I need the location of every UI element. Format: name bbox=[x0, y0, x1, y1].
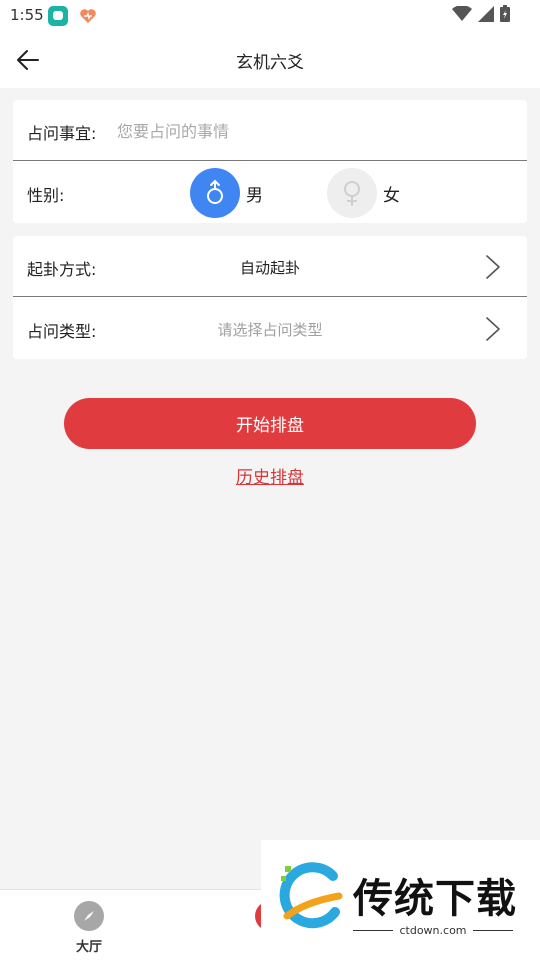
method-value: 自动起卦 bbox=[239, 259, 300, 277]
gender-row: 性别: 男 女 bbox=[13, 162, 527, 223]
watermark-logo-icon bbox=[279, 862, 343, 929]
chevron-right-icon bbox=[486, 317, 500, 341]
status-bar: 1:55 bbox=[0, 0, 540, 32]
gender-option-female[interactable]: 女 bbox=[327, 168, 400, 218]
type-row[interactable]: 占问类型: 请选择占问类型 bbox=[13, 298, 527, 359]
gender-male-label: 男 bbox=[246, 185, 263, 206]
app-notification-icon bbox=[48, 6, 68, 26]
divider bbox=[472, 930, 513, 931]
method-row[interactable]: 起卦方式: 自动起卦 bbox=[13, 236, 527, 297]
gender-female-label: 女 bbox=[383, 185, 400, 206]
watermark-overlay: 传统下载 ctdown.com bbox=[261, 840, 540, 960]
wifi-icon bbox=[452, 4, 472, 26]
gender-option-male[interactable]: 男 bbox=[190, 168, 263, 218]
compass-icon bbox=[74, 901, 104, 931]
female-icon bbox=[327, 168, 377, 218]
app-header: 玄机六爻 bbox=[0, 32, 540, 88]
chevron-right-icon bbox=[486, 255, 500, 279]
watermark-url-row: ctdown.com bbox=[353, 924, 513, 937]
nav-item-hall[interactable]: 大厅 bbox=[49, 898, 129, 955]
question-label: 占问事宜: bbox=[27, 124, 97, 143]
nav-label-hall: 大厅 bbox=[75, 940, 102, 955]
options-card: 起卦方式: 自动起卦 占问类型: 请选择占问类型 bbox=[13, 236, 527, 359]
type-placeholder: 请选择占问类型 bbox=[217, 321, 323, 339]
question-row: 占问事宜: bbox=[13, 100, 527, 161]
signal-icon bbox=[478, 5, 494, 26]
male-icon bbox=[190, 168, 240, 218]
history-link[interactable]: 历史排盘 bbox=[0, 463, 540, 488]
start-divination-button[interactable]: 开始排盘 bbox=[64, 398, 476, 449]
battery-icon bbox=[500, 5, 510, 26]
watermark-url: ctdown.com bbox=[399, 924, 467, 937]
question-input[interactable] bbox=[117, 112, 507, 150]
page-title: 玄机六爻 bbox=[236, 53, 304, 73]
divider bbox=[353, 930, 394, 931]
watermark-text: 传统下载 bbox=[353, 876, 517, 922]
gender-label: 性别: bbox=[27, 186, 65, 205]
status-time: 1:55 bbox=[10, 6, 44, 24]
heart-app-icon bbox=[78, 6, 98, 26]
status-indicators bbox=[452, 4, 510, 26]
question-card: 占问事宜: 性别: 男 女 bbox=[13, 100, 527, 223]
